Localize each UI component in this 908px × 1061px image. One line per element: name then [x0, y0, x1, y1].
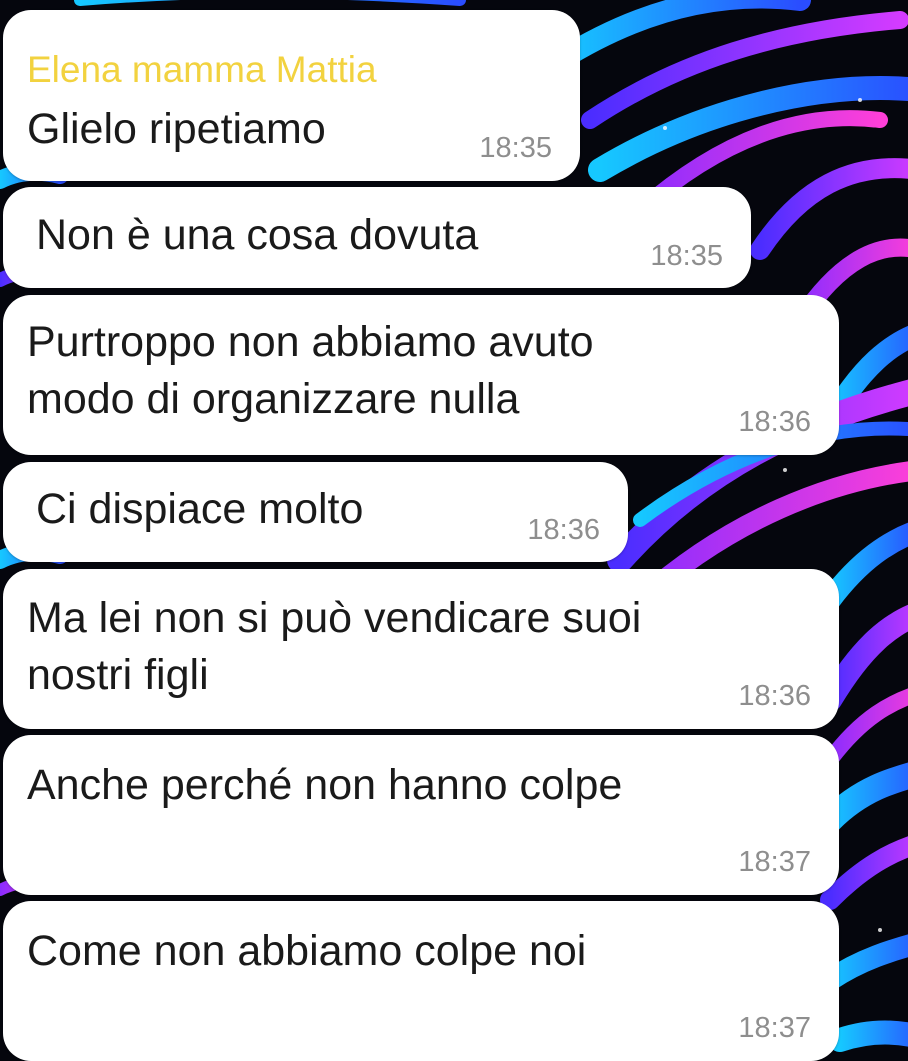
message-bubble[interactable]: Ci dispiace molto 18:36 — [3, 462, 628, 562]
message-text-line: modo di organizzare nulla — [27, 375, 520, 423]
message-text: Glielo ripetiamo — [27, 105, 326, 153]
message-bubble[interactable]: Ma lei non si può vendicare suoi nostri … — [3, 569, 839, 729]
message-bubble[interactable]: Anche perché non hanno colpe 18:37 — [3, 735, 839, 895]
message-text-line: Ma lei non si può vendicare suoi — [27, 594, 642, 642]
message-bubble[interactable]: Non è una cosa dovuta 18:35 — [3, 187, 751, 288]
message-bubble[interactable]: Purtroppo non abbiamo avuto modo di orga… — [3, 295, 839, 455]
message-time: 18:36 — [738, 406, 811, 438]
message-time: 18:37 — [738, 846, 811, 878]
message-text: Ci dispiace molto — [36, 485, 364, 533]
message-bubble[interactable]: Elena mamma Mattia Glielo ripetiamo 18:3… — [3, 10, 580, 181]
message-time: 18:35 — [479, 132, 552, 164]
message-time: 18:35 — [650, 240, 723, 272]
sender-name: Elena mamma Mattia — [27, 49, 377, 90]
message-text: Non è una cosa dovuta — [36, 211, 479, 259]
message-bubble[interactable]: Come non abbiamo colpe noi 18:37 — [3, 901, 839, 1061]
message-time: 18:36 — [527, 514, 600, 546]
message-time: 18:37 — [738, 1012, 811, 1044]
message-text: Come non abbiamo colpe noi — [27, 927, 587, 975]
message-time: 18:36 — [738, 680, 811, 712]
message-text-line: nostri figli — [27, 651, 209, 699]
message-text-line: Purtroppo non abbiamo avuto — [27, 318, 594, 366]
message-text: Anche perché non hanno colpe — [27, 761, 623, 809]
